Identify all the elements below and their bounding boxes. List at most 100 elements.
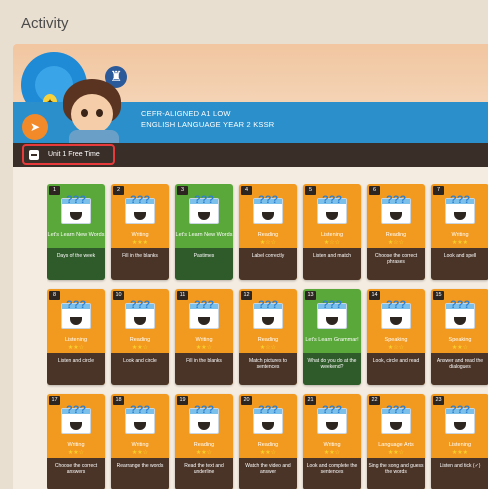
card-number: 10 xyxy=(113,291,124,300)
question-marks-icon: ??? xyxy=(194,404,215,416)
card-skill-type: Reading xyxy=(385,232,407,238)
collapse-minus-icon[interactable] xyxy=(29,149,39,160)
card-star-rating: ★☆☆ xyxy=(259,239,277,246)
mascot-face xyxy=(71,94,113,134)
card-illustration: ??? xyxy=(376,299,416,335)
card-illustration: ??? xyxy=(120,299,160,335)
card-description: Choose the correct answers xyxy=(54,463,98,475)
card-skill-type: Writing xyxy=(451,232,469,238)
activity-card[interactable]: ??? 6 Reading ★☆☆ Choose the correct phrases xyxy=(367,184,425,280)
card-number: 18 xyxy=(113,396,124,405)
card-description: Listen and match xyxy=(312,253,352,259)
card-number: 4 xyxy=(241,186,252,195)
card-number: 11 xyxy=(177,291,188,300)
activity-card[interactable]: ??? 3 Let's Learn New Words Pastimes xyxy=(175,184,233,280)
card-skill-type: Reading xyxy=(193,442,215,448)
activity-card[interactable]: ??? 12 Reading ★☆☆ Match pictures to sentenc… xyxy=(239,289,297,385)
card-skill-type: Writing xyxy=(67,442,85,448)
activity-card-grid: ??? 1 Let's Learn New Words Days of the wee… xyxy=(47,184,488,489)
card-star-rating: ★★☆ xyxy=(259,449,277,456)
question-marks-icon: ??? xyxy=(130,299,151,311)
card-skill-type: Reading xyxy=(257,232,279,238)
activity-card[interactable]: ??? 18 Writing ★★☆ Rearrange the words xyxy=(111,394,169,489)
card-number: 7 xyxy=(433,186,444,195)
card-star-rating: ★★☆ xyxy=(67,449,85,456)
card-illustration: ??? xyxy=(312,404,352,440)
card-number: 13 xyxy=(305,291,316,300)
activity-card[interactable]: ??? 10 Reading ★★☆ Look and circle xyxy=(111,289,169,385)
card-description: Label correctly xyxy=(251,253,285,259)
activity-card[interactable]: ??? 11 Writing ★★☆ Fill in the blanks xyxy=(175,289,233,385)
activity-card[interactable]: ??? 14 Speaking ★☆☆ Look, circle and read xyxy=(367,289,425,385)
card-number: 17 xyxy=(49,396,60,405)
activity-card[interactable]: ??? 7 Writing ★★★ Look and spell xyxy=(431,184,488,280)
card-description: Choose the correct phrases xyxy=(374,253,418,265)
card-skill-type: Let's Learn New Words xyxy=(47,232,105,238)
activity-card[interactable]: ??? 22 Language Arts ★★☆ Sing the song and g… xyxy=(367,394,425,489)
card-description: Listen and circle xyxy=(57,358,95,364)
activity-card[interactable]: ??? 19 Reading ★★☆ Read the text and underli… xyxy=(175,394,233,489)
question-marks-icon: ??? xyxy=(450,194,471,206)
card-star-rating: ★★★ xyxy=(451,239,469,246)
unit-toggle[interactable]: Unit 1 Free Time xyxy=(22,144,115,165)
card-description: Look and spell xyxy=(443,253,477,259)
card-description: Fill in the blanks xyxy=(122,253,158,259)
card-skill-type: Reading xyxy=(257,337,279,343)
course-title: CEFR-ALIGNED A1 LOW ENGLISH LANGUAGE YEA… xyxy=(141,108,274,130)
activity-card[interactable]: ??? 23 Listening ★★★ Listen and tick (✓) xyxy=(431,394,488,489)
card-illustration: ??? xyxy=(248,299,288,335)
card-description: Watch the video and answer xyxy=(245,463,291,475)
card-number: 1 xyxy=(49,186,60,195)
question-marks-icon: ??? xyxy=(322,299,343,311)
card-skill-type: Speaking xyxy=(384,337,408,343)
question-marks-icon: ??? xyxy=(386,194,407,206)
question-marks-icon: ??? xyxy=(194,194,215,206)
card-number: 15 xyxy=(433,291,444,300)
card-description: Answer and read the dialogues xyxy=(436,358,484,370)
activity-card[interactable]: ??? 15 Speaking ★★☆ Answer and read the dial… xyxy=(431,289,488,385)
card-number: 8 xyxy=(49,291,60,300)
activity-card[interactable]: ??? 21 Writing ★★☆ Look and complete the sen… xyxy=(303,394,361,489)
card-number: 3 xyxy=(177,186,188,195)
question-marks-icon: ??? xyxy=(322,194,343,206)
card-skill-type: Listening xyxy=(320,232,344,238)
card-description: Look and complete the sentences xyxy=(306,463,358,475)
card-star-rating: ★☆☆ xyxy=(259,344,277,351)
card-star-rating: ★★☆ xyxy=(323,449,341,456)
question-marks-icon: ??? xyxy=(258,299,279,311)
card-skill-type: Let's Learn New Words xyxy=(175,232,233,238)
question-marks-icon: ??? xyxy=(258,194,279,206)
card-description: Look and circle xyxy=(123,358,157,364)
question-marks-icon: ??? xyxy=(66,299,87,311)
activity-card[interactable]: ??? 4 Reading ★☆☆ Label correctly xyxy=(239,184,297,280)
question-marks-icon: ??? xyxy=(450,404,471,416)
back-arrow-button[interactable]: ➤ xyxy=(22,114,48,140)
activity-card[interactable]: ??? 8 Listening ★★☆ Listen and circle xyxy=(47,289,105,385)
question-marks-icon: ??? xyxy=(130,404,151,416)
activity-card[interactable]: ??? 17 Writing ★★☆ Choose the correct answer… xyxy=(47,394,105,489)
card-skill-type: Reading xyxy=(257,442,279,448)
card-number: 14 xyxy=(369,291,380,300)
card-number: 20 xyxy=(241,396,252,405)
card-skill-type: Speaking xyxy=(448,337,472,343)
card-illustration: ??? xyxy=(440,299,480,335)
activity-card[interactable]: ??? 20 Reading ★★☆ Watch the video and answe… xyxy=(239,394,297,489)
activity-card[interactable]: ??? 13 Let's Learn Grammar! What do you do … xyxy=(303,289,361,385)
activity-card[interactable]: ??? 5 Listening ★☆☆ Listen and match xyxy=(303,184,361,280)
card-number: 2 xyxy=(113,186,124,195)
card-illustration: ??? xyxy=(184,194,224,230)
card-number: 6 xyxy=(369,186,380,195)
question-marks-icon: ??? xyxy=(322,404,343,416)
card-star-rating: ★★★ xyxy=(131,239,149,246)
activity-card[interactable]: ??? 2 Writing ★★★ Fill in the blanks xyxy=(111,184,169,280)
card-skill-type: Reading xyxy=(129,337,151,343)
card-skill-type: Let's Learn Grammar! xyxy=(305,337,359,343)
card-description: Read the text and underline xyxy=(184,463,224,475)
card-description: Fill in the blanks xyxy=(186,358,222,364)
question-marks-icon: ??? xyxy=(130,194,151,206)
card-illustration: ??? xyxy=(184,299,224,335)
mascot-eye xyxy=(81,109,88,117)
activity-card[interactable]: ??? 1 Let's Learn New Words Days of the wee… xyxy=(47,184,105,280)
card-skill-type: Language Arts xyxy=(378,442,414,448)
question-marks-icon: ??? xyxy=(194,299,215,311)
